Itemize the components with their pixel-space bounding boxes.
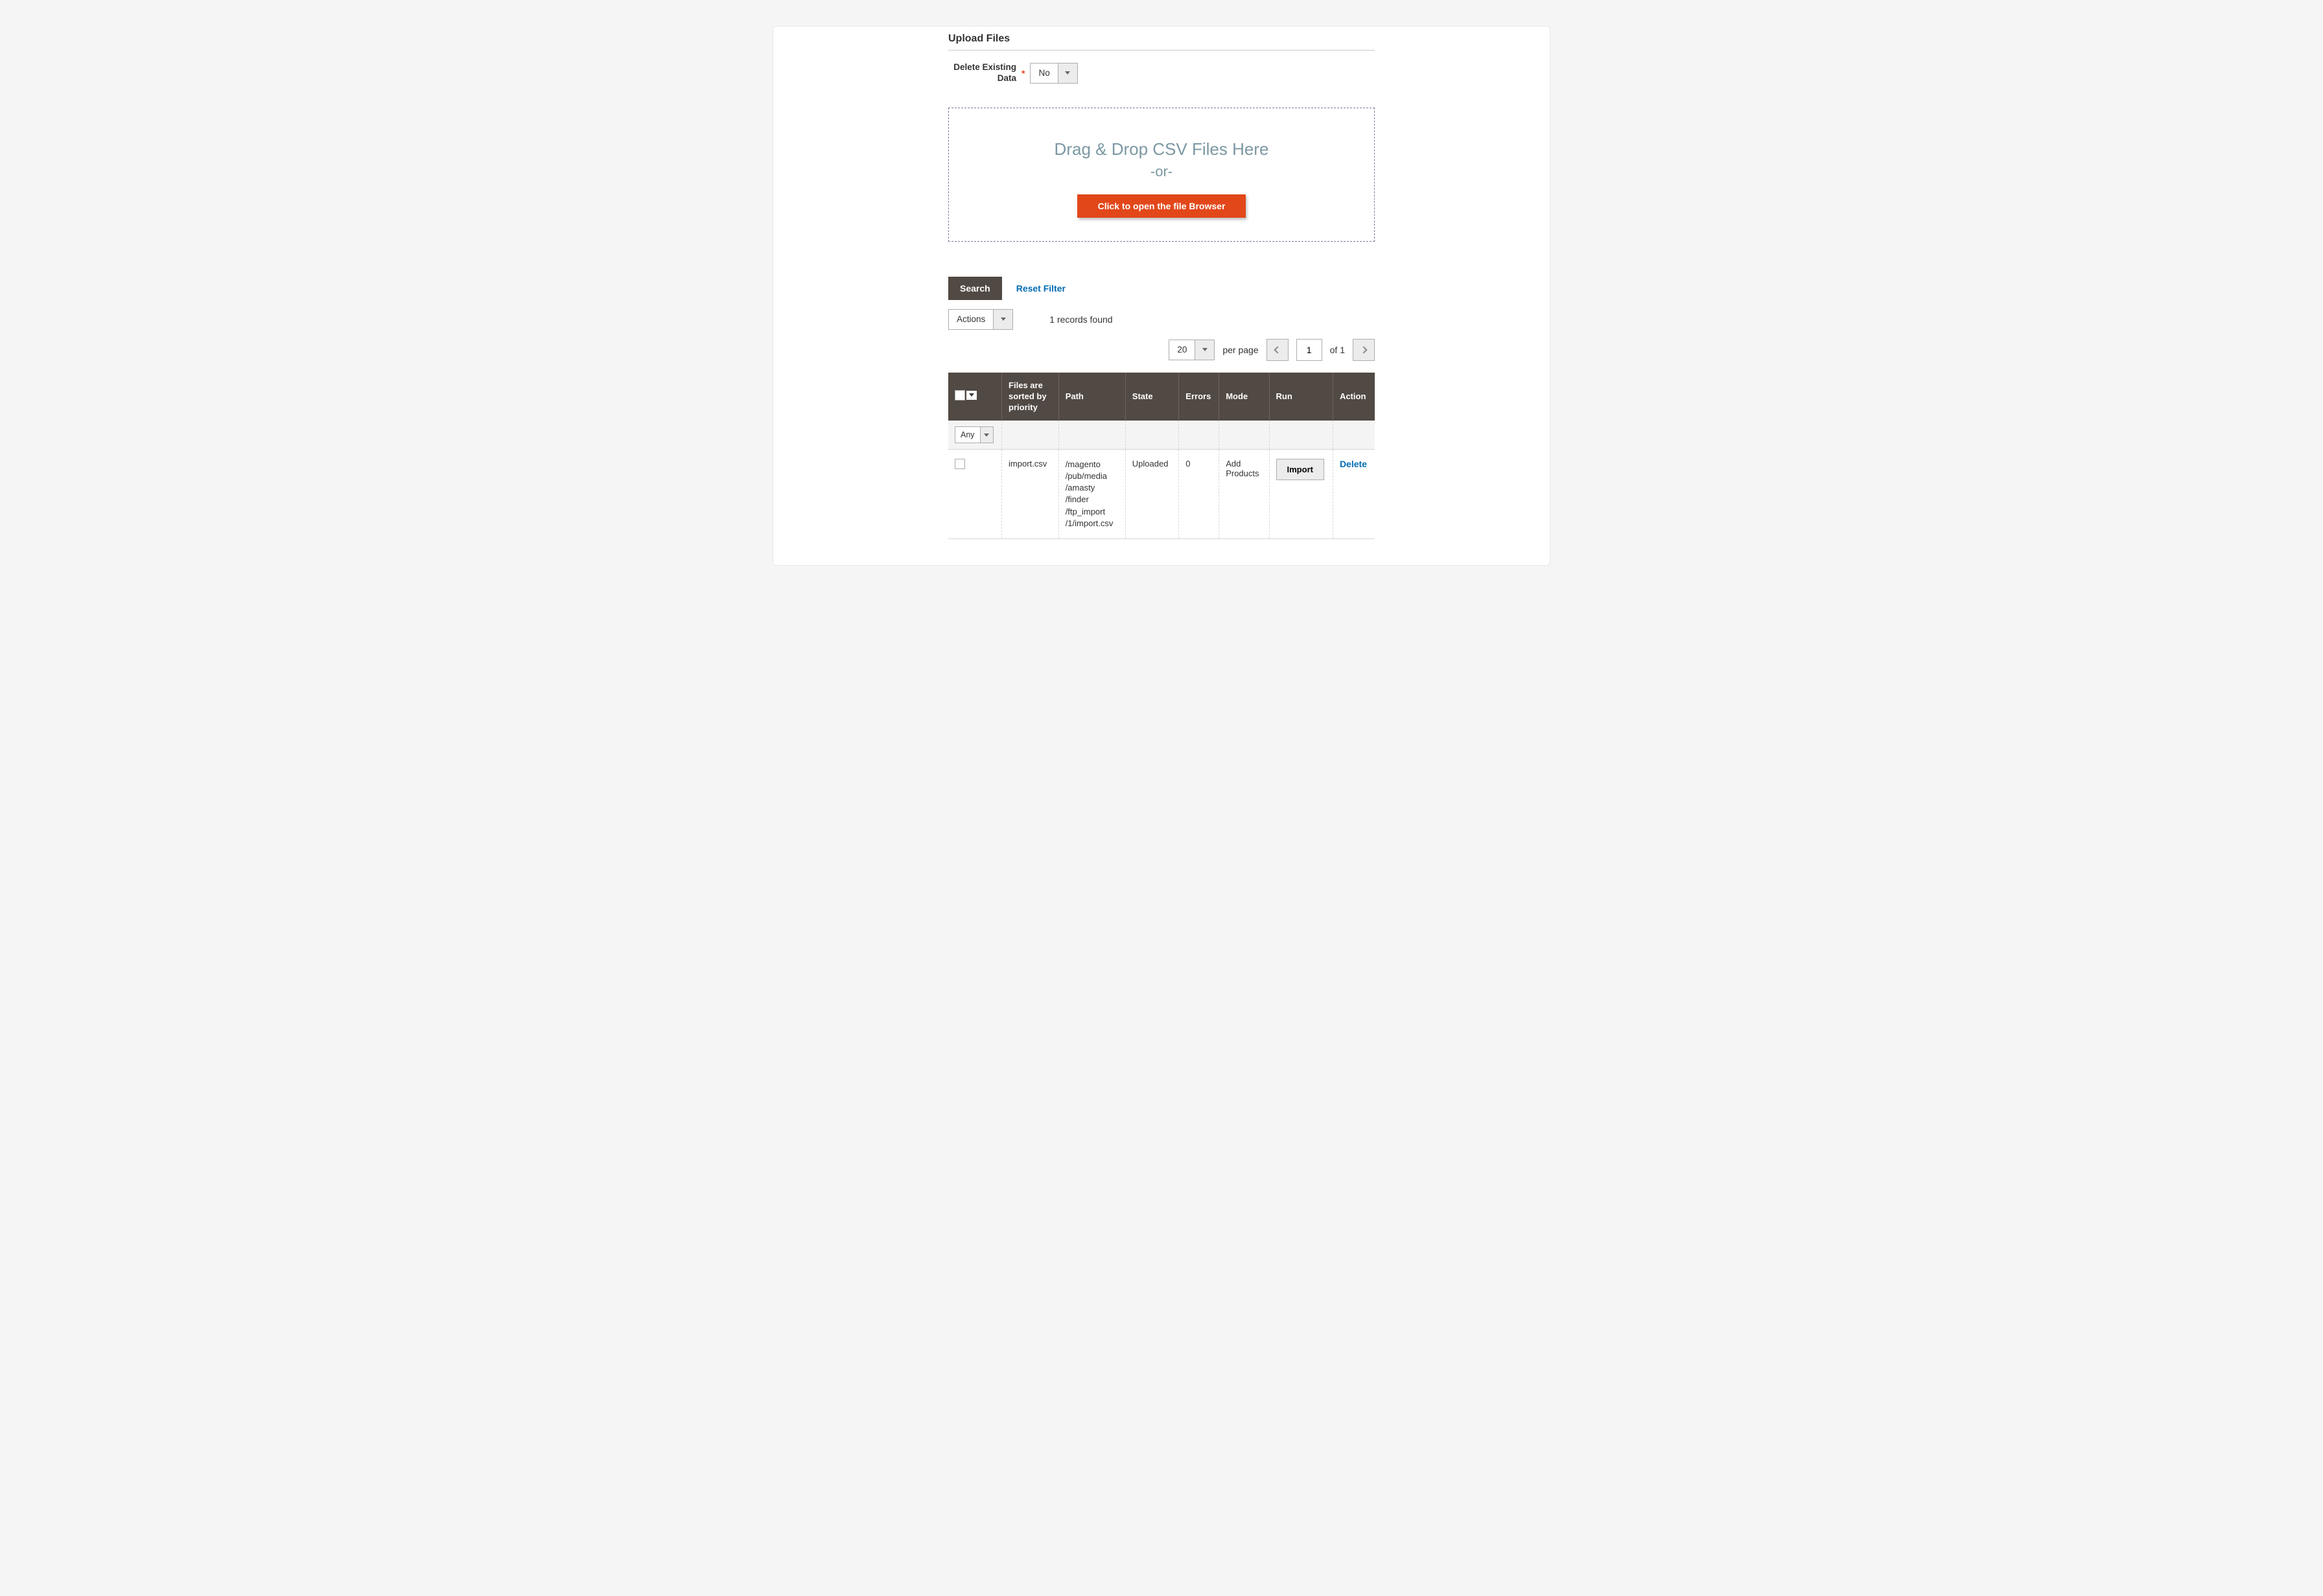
search-button[interactable]: Search (948, 277, 1002, 300)
table-filter-row: Any (948, 421, 1375, 449)
chevron-down-icon (1058, 64, 1077, 83)
cell-run: Import (1269, 449, 1333, 538)
per-page-label: per page (1222, 345, 1258, 355)
required-asterisk: * (1021, 68, 1025, 78)
cell-file: import.csv (1002, 449, 1059, 538)
file-dropzone[interactable]: Drag & Drop CSV Files Here -or- Click to… (948, 108, 1375, 242)
select-all-dropdown[interactable] (966, 391, 977, 400)
chevron-down-icon (993, 310, 1012, 329)
prev-page-button[interactable] (1267, 339, 1289, 361)
delete-existing-data-label: Delete Existing Data (948, 62, 1016, 84)
header-mode[interactable]: Mode (1219, 373, 1269, 421)
cell-state: Uploaded (1125, 449, 1178, 538)
header-state[interactable]: State (1125, 373, 1178, 421)
grid-toolbar: Search Reset Filter (948, 277, 1375, 300)
chevron-left-icon (1274, 346, 1281, 353)
header-run[interactable]: Run (1269, 373, 1333, 421)
delete-existing-data-select[interactable]: No (1030, 63, 1077, 84)
per-page-select[interactable]: 20 (1169, 340, 1215, 360)
pagination-bar: 20 per page of 1 (948, 339, 1375, 361)
reset-filter-link[interactable]: Reset Filter (1016, 283, 1066, 294)
dropzone-or: -or- (962, 163, 1361, 180)
header-path[interactable]: Path (1058, 373, 1125, 421)
chevron-down-icon (1195, 340, 1214, 360)
records-found-label: 1 records found (1049, 314, 1112, 325)
select-all-checkbox[interactable] (955, 390, 965, 400)
page-of-label: of 1 (1330, 345, 1345, 355)
filter-any-value: Any (955, 427, 980, 443)
dropzone-title: Drag & Drop CSV Files Here (962, 139, 1361, 159)
cell-errors: 0 (1179, 449, 1219, 538)
header-checkbox[interactable] (948, 373, 1002, 421)
chevron-down-icon (980, 427, 993, 443)
cell-mode: Add Products (1219, 449, 1269, 538)
mass-actions-value: Actions (949, 310, 993, 329)
header-files[interactable]: Files are sorted by priority (1002, 373, 1059, 421)
cell-action: Delete (1333, 449, 1375, 538)
table-header-row: Files are sorted by priority Path State … (948, 373, 1375, 421)
header-errors[interactable]: Errors (1179, 373, 1219, 421)
cell-path: /magento /pub/media /amasty /finder /ftp… (1058, 449, 1125, 538)
header-action[interactable]: Action (1333, 373, 1375, 421)
section-title: Upload Files (948, 33, 1375, 51)
table-row: import.csv /magento /pub/media /amasty /… (948, 449, 1375, 538)
import-button[interactable]: Import (1276, 459, 1324, 480)
grid-subbar: Actions 1 records found (948, 309, 1375, 330)
delete-existing-data-value: No (1031, 64, 1057, 83)
per-page-value: 20 (1169, 340, 1195, 360)
open-file-browser-button[interactable]: Click to open the file Browser (1077, 194, 1246, 218)
chevron-right-icon (1360, 346, 1367, 353)
delete-link[interactable]: Delete (1340, 459, 1367, 469)
filter-any-select[interactable]: Any (955, 426, 994, 443)
delete-existing-data-field: Delete Existing Data * No (948, 62, 1375, 84)
current-page-input[interactable] (1296, 339, 1322, 361)
files-table: Files are sorted by priority Path State … (948, 373, 1375, 539)
next-page-button[interactable] (1353, 339, 1375, 361)
mass-actions-select[interactable]: Actions (948, 309, 1013, 330)
row-checkbox[interactable] (955, 459, 965, 469)
upload-files-panel: Upload Files Delete Existing Data * No D… (773, 26, 1550, 566)
